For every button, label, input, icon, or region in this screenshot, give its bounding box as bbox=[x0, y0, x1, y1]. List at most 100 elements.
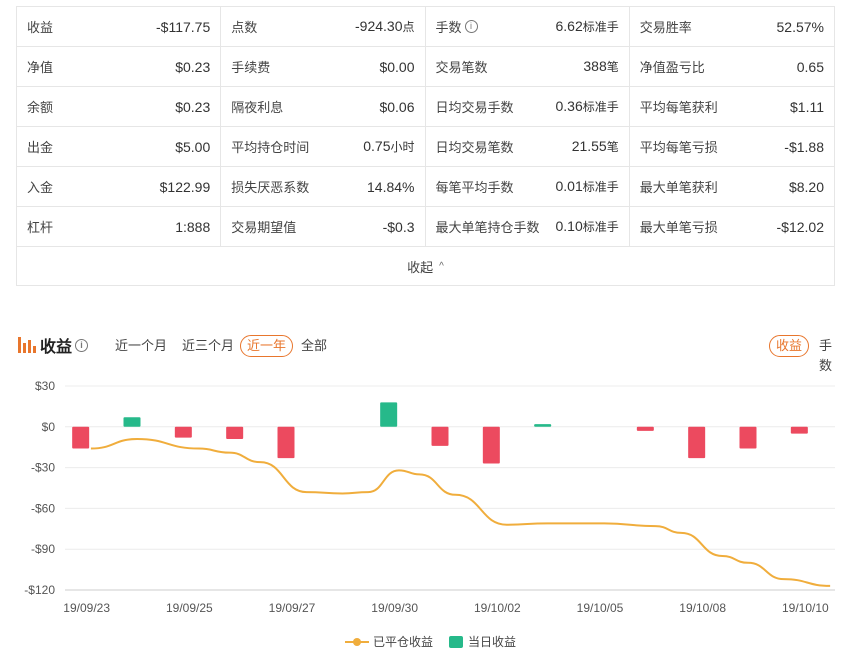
x-tick-label: 19/09/25 bbox=[166, 601, 213, 615]
period-tab-1y[interactable]: 近一年 bbox=[240, 335, 294, 357]
stat-label: 最大单笔亏损 bbox=[639, 220, 718, 235]
daily-profit-bar bbox=[277, 426, 295, 459]
stat-label: 平均每笔亏损 bbox=[639, 140, 718, 155]
stat-cell: 每笔平均手数 0.01标准手 bbox=[426, 167, 630, 206]
info-icon[interactable]: i bbox=[75, 338, 89, 352]
stat-label: 点数 bbox=[231, 20, 258, 35]
period-tab-all[interactable]: 全部 bbox=[294, 335, 334, 357]
profit-chart: $30 $0 -$30 -$60 -$90 -$120 19/09/23 19/09/25 19… bbox=[24, 379, 835, 615]
daily-profit-bar bbox=[534, 424, 552, 427]
stat-value: 0.10标准手 bbox=[555, 218, 618, 235]
chart-title: 收益 i bbox=[18, 333, 89, 357]
stat-label: 交易期望值 bbox=[231, 220, 297, 235]
stat-value-unit: 点 bbox=[402, 20, 415, 34]
x-tick-label: 19/10/08 bbox=[679, 601, 726, 615]
y-tick-label: -$120 bbox=[24, 583, 55, 597]
stat-value-unit: 标准手 bbox=[582, 100, 619, 114]
y-tick-label: $0 bbox=[42, 420, 56, 434]
x-tick-label: 19/09/30 bbox=[371, 601, 418, 615]
legend-label: 当日收益 bbox=[468, 635, 517, 649]
stat-value-unit: 笔 bbox=[606, 140, 619, 154]
legend-label: 已平仓收益 bbox=[373, 635, 434, 649]
stat-cell: 平均每笔亏损 -$1.88 bbox=[630, 127, 834, 166]
bar-chart-icon bbox=[18, 337, 36, 353]
stats-row: 入金 $122.99 损失厌恶系数 14.84% 每笔平均手数 0.01标准手 最大单笔获利… bbox=[17, 167, 834, 207]
stat-cell: 杠杆 1:888 bbox=[17, 207, 222, 246]
stat-value: 21.55笔 bbox=[572, 138, 619, 155]
stat-label: 余额 bbox=[27, 100, 54, 115]
stat-value-number: $1.11 bbox=[790, 98, 824, 115]
stat-value: 0.01标准手 bbox=[555, 178, 618, 195]
stat-label: 日均交易笔数 bbox=[435, 140, 514, 155]
stat-value-number: -$1.88 bbox=[784, 138, 824, 155]
stat-cell: 净值盈亏比 0.65 bbox=[630, 47, 834, 86]
stat-value: -$12.02 bbox=[777, 219, 824, 235]
stat-value-number: 0.01 bbox=[555, 178, 583, 194]
stat-value-number: 21.55 bbox=[571, 138, 607, 154]
stats-row: 出金 $5.00 平均持仓时间 0.75小时 日均交易笔数 21.55笔 平均每笔亏损 -$1… bbox=[17, 127, 834, 167]
stat-value: 0.36标准手 bbox=[555, 98, 618, 115]
metric-tab-profit[interactable]: 收益 bbox=[769, 335, 810, 357]
chart-header: 收益 i 近一个月 近三个月 近一年 全部 收益 手数 bbox=[18, 333, 848, 373]
stat-value-number: $0.00 bbox=[379, 58, 415, 75]
stat-label: 平均持仓时间 bbox=[231, 140, 310, 155]
stat-cell: 最大单笔获利 $8.20 bbox=[630, 167, 834, 206]
stat-cell: 交易胜率 52.57% bbox=[630, 7, 834, 46]
stat-value-number: -$12.02 bbox=[776, 218, 824, 235]
stat-value-number: $8.20 bbox=[788, 178, 824, 195]
y-tick-label: -$60 bbox=[31, 501, 55, 515]
info-icon[interactable]: i bbox=[464, 20, 478, 33]
stat-label: 手数 bbox=[435, 20, 462, 35]
legend-item-daily-profit[interactable]: 当日收益 bbox=[449, 633, 516, 650]
stat-value-number: 0.36 bbox=[555, 98, 583, 114]
stat-value: -$1.88 bbox=[784, 139, 824, 155]
stat-value: -924.30点 bbox=[355, 18, 415, 35]
stat-value: $122.99 bbox=[160, 179, 211, 195]
daily-profit-bar bbox=[226, 426, 244, 440]
y-tick-label: -$30 bbox=[31, 461, 55, 475]
stat-cell: 最大单笔持仓手数 0.10标准手 bbox=[426, 207, 630, 246]
stat-value-number: 0.10 bbox=[555, 218, 583, 234]
stats-row: 余额 $0.23 隔夜利息 $0.06 日均交易手数 0.36标准手 平均每笔获利 $1.11 bbox=[17, 87, 834, 127]
stat-value: $0.06 bbox=[379, 99, 414, 115]
stat-cell: 交易笔数 388笔 bbox=[426, 47, 630, 86]
daily-profit-bar bbox=[72, 426, 90, 449]
stat-label: 损失厌恶系数 bbox=[231, 180, 310, 195]
period-tab-3m[interactable]: 近三个月 bbox=[175, 335, 241, 357]
stat-cell: 日均交易手数 0.36标准手 bbox=[426, 87, 630, 126]
stat-value: $0.23 bbox=[175, 99, 210, 115]
stat-label: 隔夜利息 bbox=[231, 100, 284, 115]
daily-profit-bar bbox=[739, 426, 757, 449]
stat-cell: 交易期望值 -$0.3 bbox=[221, 207, 426, 246]
chart-title-text: 收益 bbox=[40, 339, 73, 356]
daily-profit-bar bbox=[431, 426, 449, 446]
stat-cell: 余额 $0.23 bbox=[17, 87, 222, 126]
stat-value-number: 14.84% bbox=[367, 178, 415, 195]
collapse-button[interactable]: 收起 ^ bbox=[17, 247, 834, 285]
y-tick-label: $30 bbox=[35, 379, 55, 393]
stat-value-unit: 标准手 bbox=[582, 180, 619, 194]
stat-value-number: 1:888 bbox=[175, 218, 211, 235]
stat-cell: 点数 -924.30点 bbox=[221, 7, 426, 46]
stat-value: $0.23 bbox=[175, 59, 210, 75]
stat-label: 最大单笔获利 bbox=[639, 180, 718, 195]
stat-value: $8.20 bbox=[789, 179, 824, 195]
period-tab-1m[interactable]: 近一个月 bbox=[108, 335, 174, 357]
stat-value-number: 388 bbox=[583, 58, 607, 74]
stat-value: 0.75小时 bbox=[363, 138, 414, 155]
stat-label: 平均每笔获利 bbox=[639, 100, 718, 115]
stat-label: 收益 bbox=[27, 20, 54, 35]
stat-value-number: $0.06 bbox=[379, 98, 415, 115]
closed-profit-line bbox=[90, 438, 831, 587]
stat-value-number: $0.23 bbox=[175, 58, 211, 75]
stat-cell: 入金 $122.99 bbox=[17, 167, 222, 206]
stat-value: 52.57% bbox=[777, 19, 824, 35]
collapse-label: 收起 bbox=[407, 259, 434, 275]
legend-item-closed-profit[interactable]: 已平仓收益 bbox=[345, 633, 433, 650]
stats-row: 杠杆 1:888 交易期望值 -$0.3 最大单笔持仓手数 0.10标准手 最大单笔亏损 -$… bbox=[17, 207, 834, 247]
stat-value-number: -$0.3 bbox=[382, 218, 415, 235]
stat-value-unit: 标准手 bbox=[582, 220, 619, 234]
stat-cell: 最大单笔亏损 -$12.02 bbox=[630, 207, 834, 246]
metric-tab-lots[interactable]: 手数 bbox=[812, 335, 848, 373]
stat-value-number: -$117.75 bbox=[156, 18, 211, 35]
